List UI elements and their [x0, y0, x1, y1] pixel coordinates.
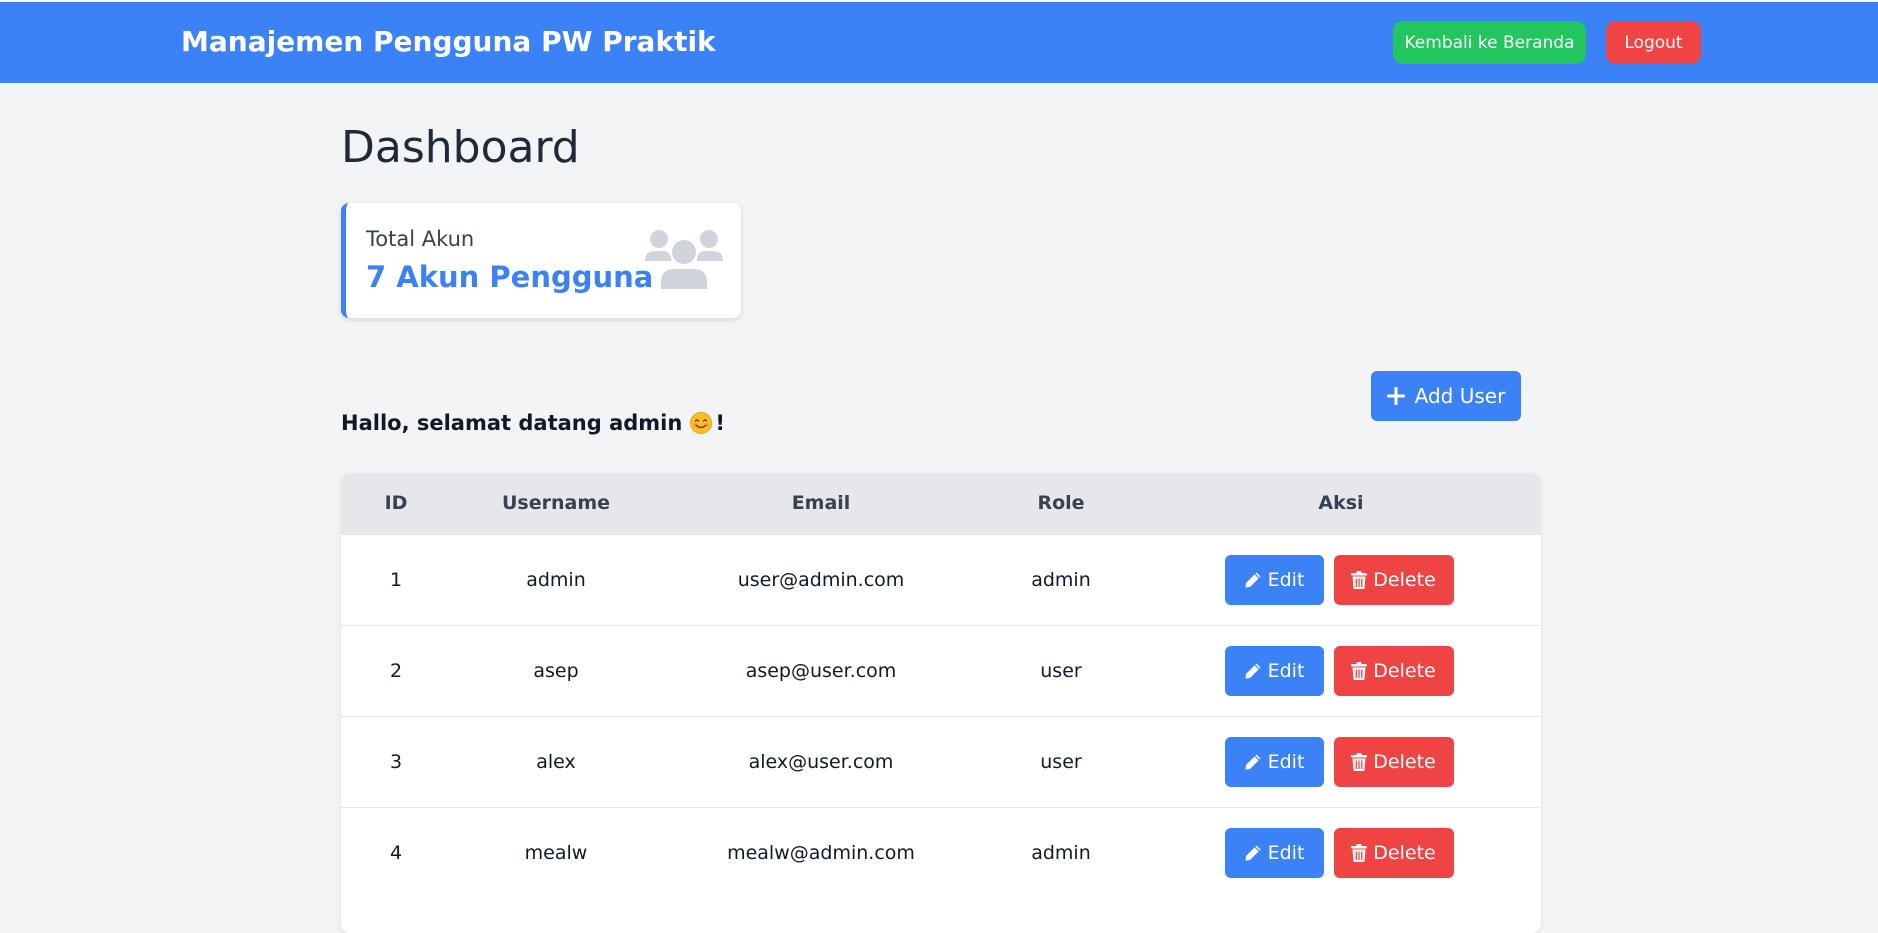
cell-role: user [1040, 659, 1082, 682]
add-user-label: Add User [1414, 384, 1506, 408]
table-header-row: ID Username Email Role Aksi [341, 473, 1541, 534]
cell-email: user@admin.com [737, 568, 905, 591]
delete-label: Delete [1373, 750, 1436, 773]
cell-actions: Edit Delete [1141, 716, 1541, 807]
plus-icon [1386, 387, 1405, 405]
table-row: 1 admin user@admin.com admin Edit Delete [341, 534, 1541, 625]
greeting-text: Hallo, selamat datang admin [341, 411, 683, 435]
navbar: Manajemen Pengguna PW Praktik Kembali ke… [0, 0, 1878, 83]
users-table: ID Username Email Role Aksi 1 admin user… [341, 473, 1541, 898]
edit-button[interactable]: Edit [1224, 827, 1324, 878]
cell-username: admin [526, 568, 586, 591]
edit-button[interactable]: Edit [1224, 554, 1324, 605]
table-row: 2 asep asep@user.com user Edit Delete [341, 625, 1541, 716]
trash-icon [1351, 843, 1368, 862]
edit-label: Edit [1267, 659, 1305, 682]
table-row: 4 mealw mealw@admin.com admin Edit Delet… [341, 807, 1541, 898]
column-header-id: ID [384, 492, 408, 515]
stat-label: Total Akun [366, 227, 475, 251]
delete-label: Delete [1373, 568, 1436, 591]
cell-email: alex@user.com [748, 750, 894, 773]
delete-button[interactable]: Delete [1333, 736, 1454, 787]
column-header-actions: Aksi [1318, 492, 1364, 515]
cell-id: 3 [389, 750, 403, 773]
cell-email: mealw@admin.com [727, 841, 915, 864]
cell-actions: Edit Delete [1141, 625, 1541, 716]
delete-button[interactable]: Delete [1333, 827, 1454, 878]
column-header-role: Role [1037, 492, 1085, 515]
stat-value: 7 Akun Pengguna [366, 260, 654, 294]
trash-icon [1351, 661, 1368, 680]
delete-button[interactable]: Delete [1333, 645, 1454, 696]
trash-icon [1351, 752, 1368, 771]
table-row: 3 alex alex@user.com user Edit Delete [341, 716, 1541, 807]
add-user-button[interactable]: Add User [1371, 371, 1521, 421]
edit-button[interactable]: Edit [1224, 645, 1324, 696]
cell-role: admin [1031, 841, 1091, 864]
delete-button[interactable]: Delete [1333, 554, 1454, 605]
cell-role: admin [1031, 568, 1091, 591]
pencil-icon [1245, 845, 1261, 861]
app-title: Manajemen Pengguna PW Praktik [181, 25, 716, 58]
edit-label: Edit [1267, 568, 1305, 591]
column-header-username: Username [501, 492, 611, 515]
edit-button[interactable]: Edit [1224, 736, 1324, 787]
cell-actions: Edit Delete [1141, 807, 1541, 898]
delete-label: Delete [1373, 659, 1436, 682]
smile-emoji-icon [690, 412, 713, 434]
table-body: 1 admin user@admin.com admin Edit Delete [341, 534, 1541, 898]
users-icon [645, 230, 723, 289]
cell-id: 1 [389, 568, 403, 591]
page-title: Dashboard [341, 122, 580, 173]
pencil-icon [1245, 572, 1261, 587]
edit-label: Edit [1267, 841, 1305, 864]
greeting-suffix: ! [715, 411, 725, 435]
cell-id: 4 [389, 841, 403, 864]
logout-button[interactable]: Logout [1606, 21, 1701, 64]
cell-username: alex [536, 750, 576, 773]
total-accounts-card: Total Akun 7 Akun Pengguna [341, 203, 741, 318]
users-table-container: ID Username Email Role Aksi 1 admin user… [341, 473, 1541, 933]
cell-email: asep@user.com [745, 659, 897, 682]
back-to-home-button[interactable]: Kembali ke Beranda [1393, 21, 1586, 64]
greeting: Hallo, selamat datang admin ! [341, 411, 725, 435]
cell-role: user [1040, 750, 1082, 773]
pencil-icon [1245, 754, 1261, 769]
edit-label: Edit [1267, 750, 1305, 773]
trash-icon [1351, 570, 1368, 589]
pencil-icon [1245, 663, 1261, 678]
cell-id: 2 [389, 659, 403, 682]
cell-actions: Edit Delete [1141, 534, 1541, 625]
delete-label: Delete [1373, 841, 1436, 864]
cell-username: asep [533, 659, 579, 682]
cell-username: mealw [524, 841, 588, 864]
column-header-email: Email [791, 492, 851, 515]
